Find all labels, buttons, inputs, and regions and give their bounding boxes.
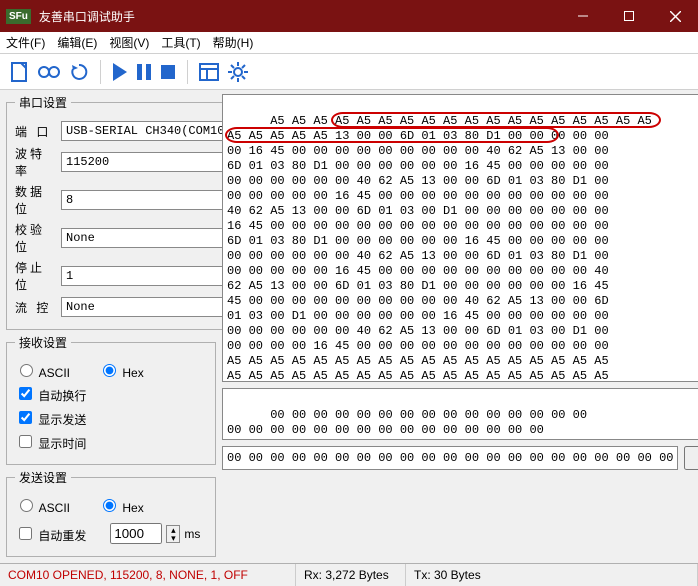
menu-edit[interactable]: 编辑(E) (57, 34, 97, 51)
app-icon: SFu (6, 9, 31, 24)
flow-select[interactable]: None (61, 297, 249, 317)
port-label: 端 口 (15, 123, 55, 140)
rx-showsend-check[interactable]: 显示发送 (15, 408, 86, 428)
send-button[interactable]: 发送 (684, 446, 698, 470)
minimize-button[interactable] (560, 0, 606, 32)
tx-hex2-text: 00 00 00 00 00 00 00 00 00 00 00 00 00 0… (227, 451, 673, 466)
status-port: COM10 OPENED, 115200, 8, NONE, 1, OFF (0, 564, 296, 586)
ms-label: ms (184, 527, 200, 541)
menu-bar: 文件(F) 编辑(E) 视图(V) 工具(T) 帮助(H) (0, 32, 698, 54)
rx-wrap-check[interactable]: 自动换行 (15, 384, 86, 404)
rx-legend: 接收设置 (15, 334, 71, 351)
baud-select[interactable]: 115200 (61, 152, 249, 172)
rx-ascii-radio[interactable]: ASCII (15, 361, 70, 380)
menu-help[interactable]: 帮助(H) (213, 34, 254, 51)
refresh-icon[interactable] (68, 60, 90, 84)
stop-label: 停止位 (15, 259, 55, 293)
close-button[interactable] (652, 0, 698, 32)
spin-buttons[interactable]: ▴▾ (166, 525, 180, 543)
tx-interval-input[interactable] (110, 523, 162, 544)
tx-legend: 发送设置 (15, 469, 71, 486)
menu-tools[interactable]: 工具(T) (161, 34, 200, 51)
rx-hex-area[interactable]: A5 A5 A5 A5 A5 A5 A5 A5 A5 A5 A5 A5 A5 A… (222, 94, 698, 382)
rx-hex-text: A5 A5 A5 A5 A5 A5 A5 A5 A5 A5 A5 A5 A5 A… (227, 114, 652, 382)
menu-view[interactable]: 视图(V) (109, 34, 149, 51)
record-icon[interactable] (36, 60, 62, 84)
tx-hex-area-1[interactable]: 00 00 00 00 00 00 00 00 00 00 00 00 00 0… (222, 388, 698, 440)
stop-select[interactable]: 1 (61, 266, 249, 286)
baud-label: 波特率 (15, 145, 55, 179)
tx-auto-check[interactable]: 自动重发 (15, 524, 86, 544)
port-select[interactable]: USB-SERIAL CH340(COM10) (61, 121, 249, 141)
new-icon[interactable] (8, 60, 30, 84)
status-bar: COM10 OPENED, 115200, 8, NONE, 1, OFF Rx… (0, 563, 698, 586)
menu-file[interactable]: 文件(F) (6, 34, 45, 51)
data-label: 数据位 (15, 183, 55, 217)
tx-ascii-radio[interactable]: ASCII (15, 496, 70, 515)
rx-hex-radio[interactable]: Hex (98, 361, 144, 380)
play-icon[interactable] (111, 61, 129, 83)
status-tx: Tx: 30 Bytes (406, 564, 698, 586)
tx-hex-radio[interactable]: Hex (98, 496, 144, 515)
flow-label: 流 控 (15, 299, 55, 316)
tx-settings-group: 发送设置 ASCII Hex 自动重发 ▴▾ ms (6, 469, 216, 557)
tool-bar (0, 54, 698, 90)
gear-icon[interactable] (226, 60, 250, 84)
serial-legend: 串口设置 (15, 94, 71, 111)
rx-settings-group: 接收设置 ASCII Hex 自动换行 显示发送 显示时间 (6, 334, 216, 465)
maximize-button[interactable] (606, 0, 652, 32)
status-rx: Rx: 3,272 Bytes (296, 564, 406, 586)
parity-select[interactable]: None (61, 228, 249, 248)
parity-label: 校验位 (15, 221, 55, 255)
serial-settings-group: 串口设置 端 口 USB-SERIAL CH340(COM10) 波特率 115… (6, 94, 258, 330)
tx-hex-area-2[interactable]: 00 00 00 00 00 00 00 00 00 00 00 00 00 0… (222, 446, 678, 470)
rx-showtime-check[interactable]: 显示时间 (15, 432, 86, 452)
window-icon[interactable] (198, 61, 220, 83)
data-select[interactable]: 8 (61, 190, 249, 210)
pause-icon[interactable] (135, 61, 153, 83)
tx-hex1-text: 00 00 00 00 00 00 00 00 00 00 00 00 00 0… (227, 408, 587, 437)
title-bar: SFu 友善串口调试助手 (0, 0, 698, 32)
stop-icon[interactable] (159, 61, 177, 83)
window-title: 友善串口调试助手 (39, 8, 560, 25)
